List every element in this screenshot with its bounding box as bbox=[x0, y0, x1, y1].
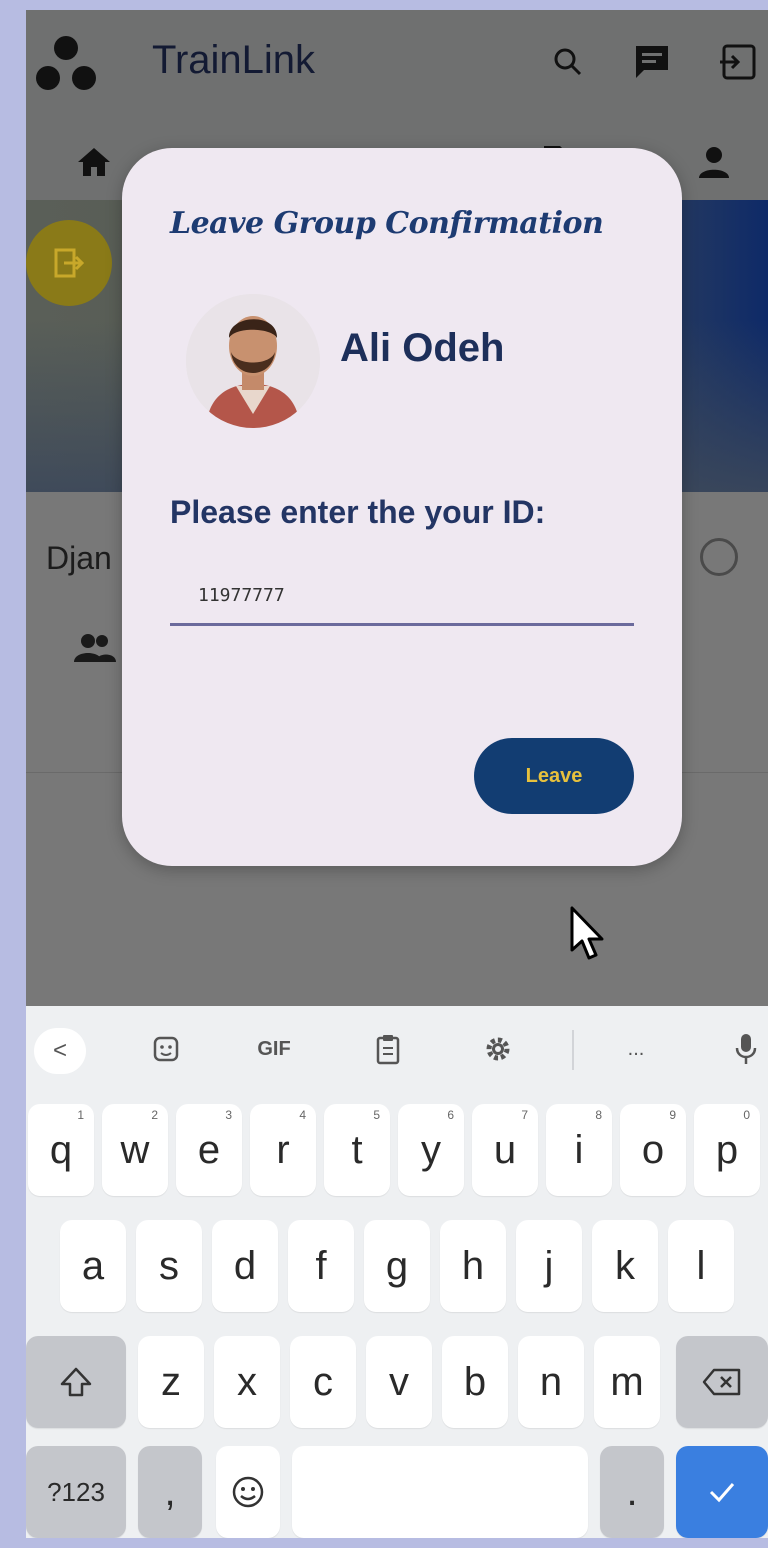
key-hint: 0 bbox=[743, 1108, 750, 1122]
key-hint: 8 bbox=[595, 1108, 602, 1122]
key-m[interactable]: m bbox=[594, 1336, 660, 1428]
search-icon[interactable] bbox=[546, 40, 590, 84]
key-w[interactable]: w2 bbox=[102, 1104, 168, 1196]
backspace-icon bbox=[702, 1368, 741, 1396]
back-icon[interactable]: < bbox=[34, 1028, 86, 1074]
app-bar: TrainLink bbox=[26, 10, 768, 114]
app-title: TrainLink bbox=[152, 38, 316, 82]
exit-icon bbox=[54, 248, 85, 278]
space-key[interactable] bbox=[292, 1446, 588, 1538]
backspace-key[interactable] bbox=[676, 1336, 768, 1428]
exit-group-button[interactable] bbox=[26, 220, 112, 306]
shift-key[interactable] bbox=[26, 1336, 126, 1428]
keyboard-toolbar: < GIF ... bbox=[26, 1006, 768, 1092]
gif-button[interactable]: GIF bbox=[246, 1028, 302, 1070]
more-button[interactable]: ... bbox=[614, 1028, 658, 1070]
home-icon[interactable] bbox=[74, 142, 114, 182]
key-hint: 3 bbox=[225, 1108, 232, 1122]
shift-icon bbox=[60, 1367, 92, 1397]
key-d[interactable]: d bbox=[212, 1220, 278, 1312]
leave-button[interactable]: Leave bbox=[474, 738, 634, 814]
key-y[interactable]: y6 bbox=[398, 1104, 464, 1196]
chat-icon[interactable] bbox=[630, 40, 674, 84]
key-n[interactable]: n bbox=[518, 1336, 584, 1428]
key-k[interactable]: k bbox=[592, 1220, 658, 1312]
sticker-icon[interactable] bbox=[144, 1028, 188, 1070]
key-hint: 1 bbox=[77, 1108, 84, 1122]
key-h[interactable]: h bbox=[440, 1220, 506, 1312]
key-x[interactable]: x bbox=[214, 1336, 280, 1428]
id-input[interactable] bbox=[170, 568, 634, 626]
dialog-title: Leave Group Confirmation bbox=[170, 206, 604, 241]
avatar bbox=[186, 294, 320, 428]
key-u[interactable]: u7 bbox=[472, 1104, 538, 1196]
clipboard-icon[interactable] bbox=[366, 1028, 410, 1070]
symbols-key[interactable]: ?123 bbox=[26, 1446, 126, 1538]
key-hint: 2 bbox=[151, 1108, 158, 1122]
key-j[interactable]: j bbox=[516, 1220, 582, 1312]
members-icon[interactable] bbox=[74, 632, 116, 664]
leave-group-dialog: Leave Group Confirmation Ali Odeh Please… bbox=[122, 148, 682, 866]
key-f[interactable]: f bbox=[288, 1220, 354, 1312]
key-hint: 5 bbox=[373, 1108, 380, 1122]
key-l[interactable]: l bbox=[668, 1220, 734, 1312]
key-b[interactable]: b bbox=[442, 1336, 508, 1428]
key-q[interactable]: q1 bbox=[28, 1104, 94, 1196]
id-prompt-label: Please enter the your ID: bbox=[170, 494, 546, 530]
keyboard: < GIF ... ?123 , . q 1 w 2 e 3 r 4 t 5 y… bbox=[26, 1006, 768, 1538]
group-radio-button[interactable] bbox=[700, 538, 738, 576]
period-key[interactable]: . bbox=[600, 1446, 664, 1538]
key-i[interactable]: i8 bbox=[546, 1104, 612, 1196]
phone-screen: TrainLink Djan Leave Group Confirmation … bbox=[26, 10, 768, 1538]
settings-icon[interactable] bbox=[476, 1028, 520, 1070]
key-z[interactable]: z bbox=[138, 1336, 204, 1428]
enter-key[interactable] bbox=[676, 1446, 768, 1538]
key-p[interactable]: p0 bbox=[694, 1104, 760, 1196]
logout-icon[interactable] bbox=[716, 40, 760, 84]
key-hint: 4 bbox=[299, 1108, 306, 1122]
mouse-cursor-icon bbox=[570, 906, 604, 960]
key-r[interactable]: r4 bbox=[250, 1104, 316, 1196]
key-o[interactable]: o9 bbox=[620, 1104, 686, 1196]
mic-icon[interactable] bbox=[726, 1028, 766, 1070]
key-t[interactable]: t5 bbox=[324, 1104, 390, 1196]
key-v[interactable]: v bbox=[366, 1336, 432, 1428]
key-hint: 6 bbox=[447, 1108, 454, 1122]
key-a[interactable]: a bbox=[60, 1220, 126, 1312]
enter-check-icon bbox=[709, 1483, 735, 1503]
key-hint: 9 bbox=[669, 1108, 676, 1122]
key-e[interactable]: e3 bbox=[176, 1104, 242, 1196]
emoji-key[interactable] bbox=[216, 1446, 280, 1538]
emoji-icon bbox=[232, 1476, 264, 1508]
key-g[interactable]: g bbox=[364, 1220, 430, 1312]
logo-icon bbox=[36, 36, 96, 90]
key-hint: 7 bbox=[521, 1108, 528, 1122]
group-name-label: Djan bbox=[46, 540, 112, 576]
key-c[interactable]: c bbox=[290, 1336, 356, 1428]
key-s[interactable]: s bbox=[136, 1220, 202, 1312]
toolbar-separator bbox=[572, 1030, 574, 1070]
comma-key[interactable]: , bbox=[138, 1446, 202, 1538]
profile-icon[interactable] bbox=[694, 142, 734, 182]
user-name: Ali Odeh bbox=[340, 326, 505, 370]
